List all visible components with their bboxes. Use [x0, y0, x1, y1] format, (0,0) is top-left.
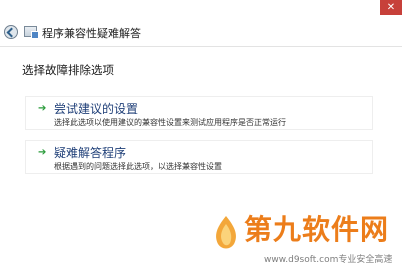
watermark-url: www.d9soft.com专业安全高速	[264, 255, 393, 265]
back-arrow-icon[interactable]	[4, 25, 18, 39]
close-icon: ✕	[386, 2, 396, 13]
option-troubleshoot-program[interactable]: ➔ 疑难解答程序 根据遇到的问题选择此选项，以选择兼容性设置	[25, 140, 373, 174]
d9soft-logo-icon	[216, 216, 236, 249]
green-arrow-icon: ➔	[38, 147, 47, 158]
wizard-title: 程序兼容性疑难解答	[42, 27, 141, 40]
option-title: 尝试建议的设置	[54, 102, 139, 116]
option-description: 根据遇到的问题选择此选项，以选择兼容性设置	[54, 162, 222, 171]
compatibility-troubleshooter-icon	[24, 26, 39, 39]
close-button[interactable]: ✕	[380, 0, 402, 15]
green-arrow-icon: ➔	[38, 103, 47, 114]
section-title: 选择故障排除选项	[22, 63, 114, 77]
window-titlebar: ✕	[0, 0, 402, 20]
option-try-recommended-settings[interactable]: ➔ 尝试建议的设置 选择此选项以使用建议的兼容性设置来测试应用程序是否正常运行	[25, 96, 373, 130]
header-divider	[0, 46, 402, 47]
watermark-brand: 第九软件网	[244, 213, 390, 246]
wizard-header: 程序兼容性疑难解答	[0, 20, 402, 46]
option-description: 选择此选项以使用建议的兼容性设置来测试应用程序是否正常运行	[54, 118, 286, 127]
watermark: 第九软件网 www.d9soft.com专业安全高速	[204, 204, 402, 270]
option-title: 疑难解答程序	[54, 146, 127, 160]
